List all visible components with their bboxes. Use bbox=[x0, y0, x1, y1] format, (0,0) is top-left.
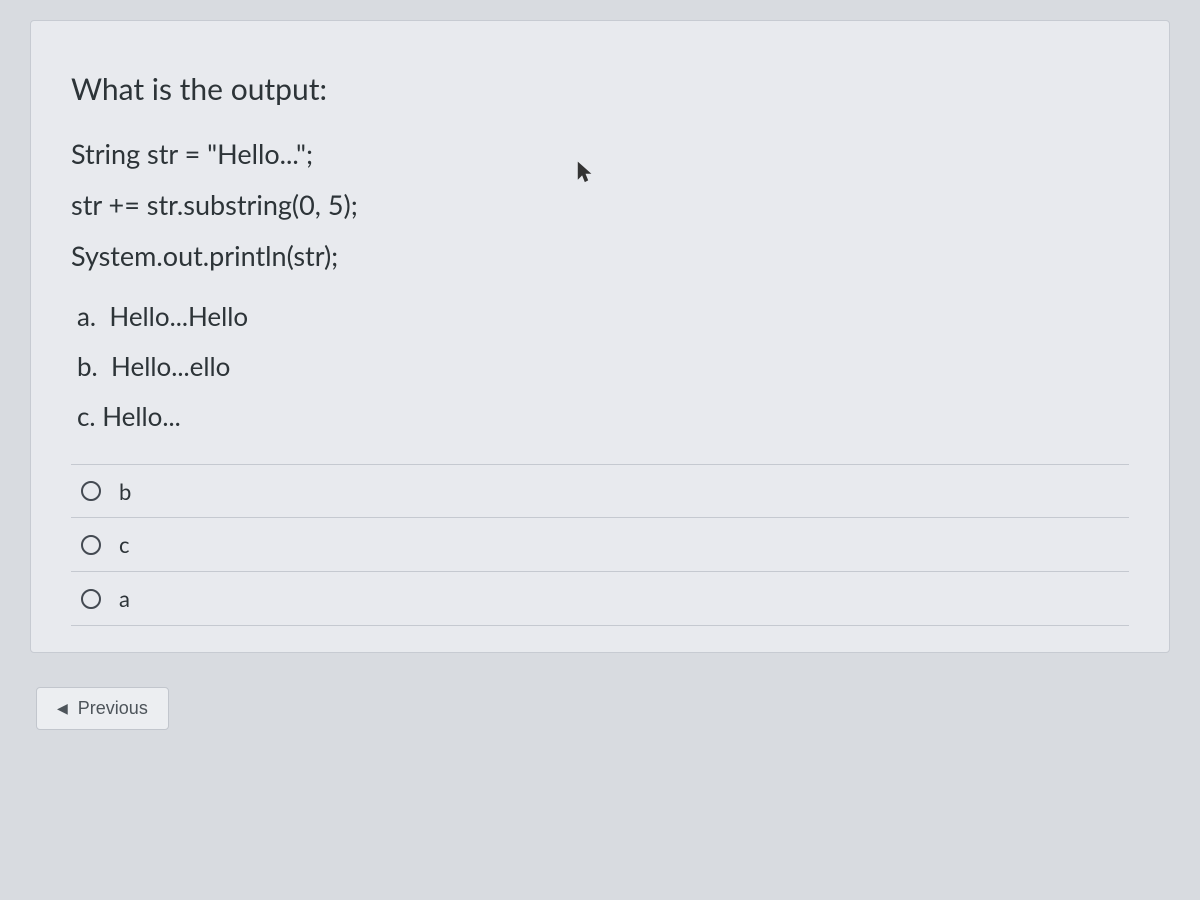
option-label: b bbox=[119, 478, 131, 505]
radio-icon bbox=[81, 589, 101, 609]
answer-a: a. Hello...Hello bbox=[71, 300, 1129, 332]
previous-button[interactable]: ◀ Previous bbox=[36, 687, 169, 730]
answer-text: Hello...ello bbox=[111, 350, 230, 382]
answer-text: Hello...Hello bbox=[109, 300, 248, 332]
answer-letter: c. bbox=[77, 400, 96, 432]
radio-icon bbox=[81, 535, 101, 555]
option-c[interactable]: c bbox=[71, 518, 1129, 572]
answer-b: b. Hello...ello bbox=[71, 350, 1129, 382]
code-line-2: str += str.substring(0, 5); bbox=[71, 188, 1129, 221]
answer-c: c. Hello... bbox=[71, 400, 1129, 432]
option-a[interactable]: a bbox=[71, 572, 1129, 626]
answer-letter: b. bbox=[77, 350, 98, 382]
question-card: What is the output: String str = "Hello.… bbox=[30, 20, 1170, 653]
answer-text: Hello... bbox=[102, 400, 181, 432]
answer-letter: a. bbox=[77, 300, 96, 332]
option-label: a bbox=[119, 585, 130, 612]
question-title: What is the output: bbox=[71, 71, 1129, 107]
option-b[interactable]: b bbox=[71, 464, 1129, 518]
caret-left-icon: ◀ bbox=[57, 700, 68, 717]
page-container: What is the output: String str = "Hello.… bbox=[0, 0, 1200, 760]
options-group: b c a bbox=[71, 464, 1129, 626]
radio-icon bbox=[81, 481, 101, 501]
option-label: c bbox=[119, 531, 130, 558]
previous-label: Previous bbox=[78, 698, 148, 719]
answers-list: a. Hello...Hello b. Hello...ello c. Hell… bbox=[71, 300, 1129, 432]
nav-area: ◀ Previous bbox=[30, 687, 1170, 730]
code-line-3: System.out.println(str); bbox=[71, 239, 1129, 272]
code-line-1: String str = "Hello..."; bbox=[71, 137, 1129, 170]
